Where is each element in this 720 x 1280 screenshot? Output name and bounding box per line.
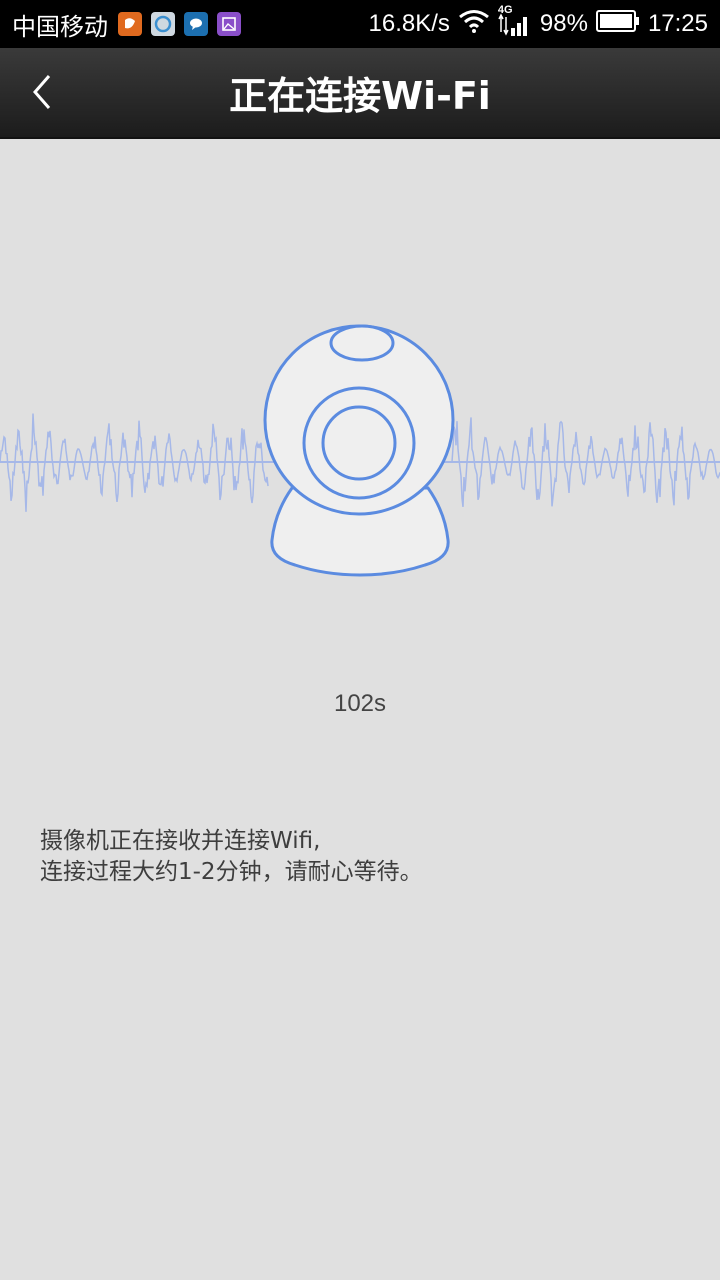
wifi-icon xyxy=(458,9,490,40)
browser-icon xyxy=(151,12,175,36)
battery-icon xyxy=(595,9,640,39)
countdown-timer: 102s xyxy=(333,690,387,717)
status-bar: 中国移动 16.8K/s 4G 98% 17:25 xyxy=(0,0,720,48)
status-indicators: 16.8K/s 4G 98% 17:25 xyxy=(368,4,709,40)
webcam-icon xyxy=(263,324,455,577)
message-line-2: 连接过程大约1-2分钟，请耐心等待。 xyxy=(40,859,423,885)
connection-illustration xyxy=(0,324,720,577)
message-line-1: 摄像机正在接收并连接Wifi, xyxy=(40,828,321,854)
page-title: 正在连接Wi-Fi xyxy=(229,74,491,118)
notification-icons xyxy=(118,12,241,36)
battery-percent: 98% xyxy=(539,10,588,37)
clock: 17:25 xyxy=(647,10,708,37)
gallery-icon xyxy=(217,12,241,36)
connection-message: 摄像机正在接收并连接Wifi, 连接过程大约1-2分钟，请耐心等待。 xyxy=(40,826,423,888)
carrier-name: 中国移动 xyxy=(12,13,108,41)
uc-browser-icon xyxy=(118,12,142,36)
chat-icon xyxy=(184,12,208,36)
back-button[interactable] xyxy=(14,64,70,120)
chevron-left-icon xyxy=(33,75,51,109)
signal-icon: 4G xyxy=(498,4,532,38)
title-bar: 正在连接Wi-Fi xyxy=(0,48,720,139)
network-speed: 16.8K/s xyxy=(368,10,450,37)
